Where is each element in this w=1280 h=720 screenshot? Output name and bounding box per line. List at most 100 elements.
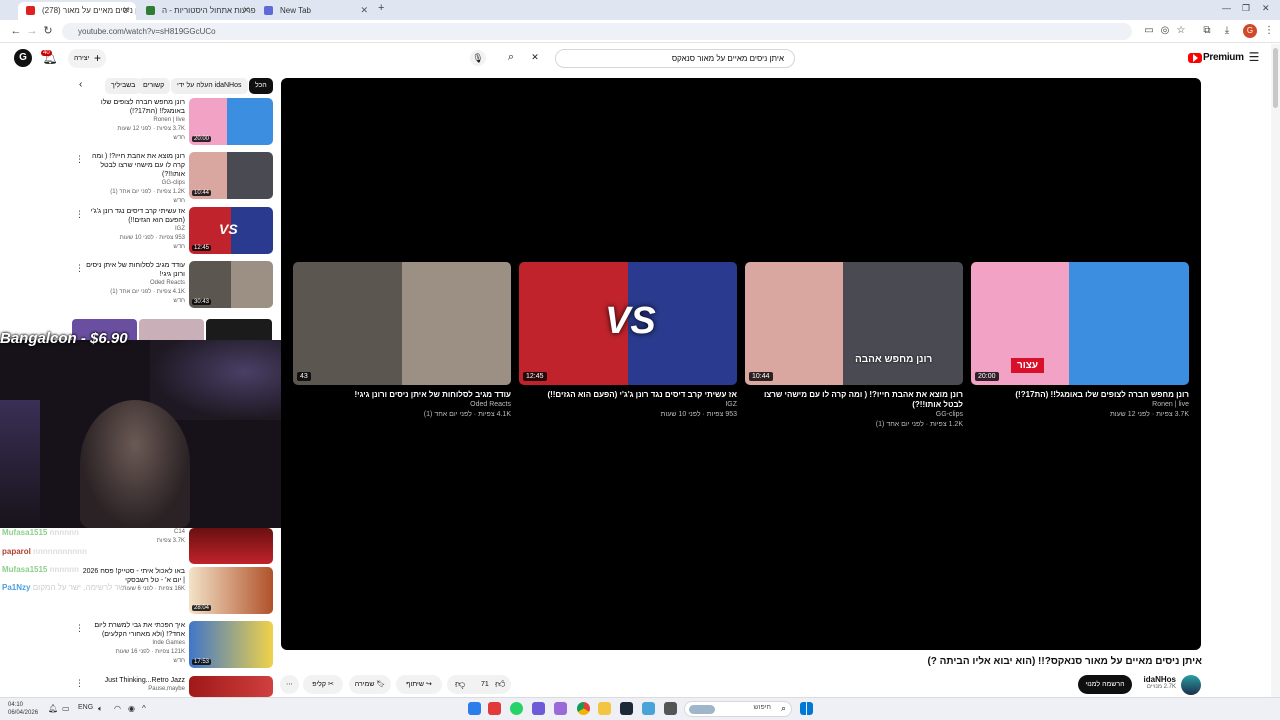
- close-tab-icon[interactable]: ✕: [360, 2, 368, 19]
- whatsapp-icon[interactable]: [510, 702, 523, 715]
- more-actions-icon[interactable]: ⋮: [75, 154, 84, 165]
- related-item[interactable]: 10:44 ⋮ רונן מוצא את אהבת חייו?! ( ומה ק…: [75, 152, 273, 204]
- shorts-thumbnail[interactable]: [139, 319, 204, 341]
- close-window-icon[interactable]: ✕: [1262, 3, 1270, 14]
- related-title[interactable]: Just Thinking...Retro Jazz: [79, 676, 185, 685]
- tab-new[interactable]: New Tab ✕: [256, 2, 374, 20]
- close-tab-icon[interactable]: ✕: [122, 2, 130, 19]
- notifications-tray-icon[interactable]: 🔔︎: [48, 704, 58, 713]
- chip-related[interactable]: קשורים: [137, 78, 171, 94]
- related-channel[interactable]: Ronen | live: [79, 116, 185, 125]
- download-icon[interactable]: ⤓: [1220, 24, 1234, 38]
- taskbar-app-icon[interactable]: [468, 702, 481, 715]
- cast-icon[interactable]: ▭: [1142, 24, 1156, 38]
- video-thumbnail[interactable]: [189, 528, 273, 564]
- chrome-icon[interactable]: [577, 702, 590, 715]
- taskbar-app-icon[interactable]: [642, 702, 655, 715]
- extensions-icon[interactable]: ⧉: [1200, 24, 1214, 38]
- video-thumbnail[interactable]: [189, 676, 273, 697]
- steam-icon[interactable]: [620, 702, 633, 715]
- related-title[interactable]: עודד מגיב לסלוחות של איתן ניסים ורונן גי…: [79, 261, 185, 279]
- create-button[interactable]: יצירה +: [68, 49, 106, 68]
- chip-for-you[interactable]: בשביליך: [105, 78, 142, 94]
- related-item[interactable]: C14 3.7K צפיות: [75, 528, 273, 564]
- related-item[interactable]: ⋮ Just Thinking...Retro Jazz Pause,maybe: [75, 676, 273, 697]
- volume-icon[interactable]: 🔈︎: [98, 704, 103, 714]
- forward-icon[interactable]: →: [24, 23, 40, 39]
- account-avatar[interactable]: G: [14, 49, 32, 67]
- video-thumbnail[interactable]: 10:44: [189, 152, 273, 199]
- dislike-icon[interactable]: 👎︎: [455, 675, 465, 694]
- share-button[interactable]: שיתוף ↪: [396, 675, 442, 694]
- video-player[interactable]: עצור 20:00 רונן מחפש חברה לצופים שלו באו…: [281, 78, 1201, 650]
- battery-icon[interactable]: ▭: [62, 704, 70, 713]
- endscreen-title[interactable]: רונן מחפש חברה לצופים שלו באומגל!! (הת17…: [971, 390, 1189, 400]
- taskbar-app-icon[interactable]: [532, 702, 545, 715]
- endscreen-card[interactable]: עצור 20:00 רונן מחפש חברה לצופים שלו באו…: [971, 262, 1189, 420]
- chip-uploader[interactable]: העלה על ידי idaNHos: [171, 78, 248, 94]
- more-actions-icon[interactable]: ⋮: [75, 263, 84, 274]
- youtube-logo-icon[interactable]: [1188, 53, 1202, 63]
- endscreen-title[interactable]: עודד מגיב לסלוחות של איתן ניסים ורונן גי…: [293, 390, 511, 400]
- subscribe-button[interactable]: הרשמה למנוי: [1078, 675, 1132, 694]
- endscreen-title[interactable]: אז עשיתי קרב דיסים נגד רונן ג'ג'י (הפעם …: [519, 390, 737, 400]
- endscreen-card[interactable]: רונן מחפש אהבה 10:44 רונן מוצא את אהבת ח…: [745, 262, 963, 430]
- video-thumbnail[interactable]: 17:53: [189, 621, 273, 668]
- tab-youtube[interactable]: איתן ניסים מאיים על מאור (278) ✕: [18, 2, 136, 20]
- related-channel[interactable]: IGZ: [79, 225, 185, 234]
- related-channel[interactable]: Pause,maybe: [79, 685, 185, 694]
- more-actions-button[interactable]: ⋯: [280, 675, 299, 694]
- taskbar-search-box[interactable]: חיפוש ⌕: [684, 701, 792, 717]
- related-channel[interactable]: GG-clips: [79, 179, 185, 188]
- video-thumbnail[interactable]: 12:45 VS: [189, 207, 273, 254]
- endscreen-thumbnail[interactable]: VS 12:45: [519, 262, 737, 385]
- related-item[interactable]: 12:45 VS ⋮ אז עשיתי קרב דיסים נגד רונן ג'…: [75, 207, 273, 255]
- wifi-icon[interactable]: ◠: [114, 704, 121, 713]
- related-title[interactable]: אז עשיתי קרב דיסים נגד רונן ג'ג'י (הפעם …: [79, 207, 185, 225]
- more-actions-icon[interactable]: ⋮: [75, 678, 84, 689]
- show-hidden-icons[interactable]: ^: [142, 704, 146, 713]
- related-channel[interactable]: Oded Reacts: [79, 279, 185, 288]
- scrollbar-thumb[interactable]: [1273, 48, 1278, 108]
- profile-avatar[interactable]: G: [1243, 24, 1257, 38]
- voice-search-icon[interactable]: 🎙︎: [470, 50, 486, 66]
- more-actions-icon[interactable]: ⋮: [75, 209, 84, 220]
- taskbar-app-icon[interactable]: [554, 702, 567, 715]
- endscreen-title[interactable]: רונן מוצא את אהבת חייו?! ( ומה קרה לו עם…: [745, 390, 963, 410]
- like-icon[interactable]: 👍︎: [495, 675, 505, 694]
- related-title[interactable]: רונן מחפש חברה לצופים שלו באומגל!! (הת17…: [79, 98, 185, 116]
- save-button[interactable]: שמירה 🔖︎: [349, 675, 391, 694]
- maximize-icon[interactable]: ❐: [1242, 3, 1250, 14]
- search-input[interactable]: איתן ניסים מאיים על מאור סנאקס: [555, 49, 795, 68]
- language-indicator[interactable]: ENG: [78, 704, 93, 711]
- related-channel[interactable]: Inde Games: [79, 639, 185, 648]
- related-title[interactable]: רונן מוצא את אהבת חייו?! ( ומה קרה לו עם…: [79, 152, 185, 179]
- channel-avatar[interactable]: [1181, 675, 1201, 695]
- back-icon[interactable]: ←: [8, 23, 24, 39]
- video-thumbnail[interactable]: 30:43: [189, 261, 273, 308]
- clip-button[interactable]: קליפ ✂: [303, 675, 343, 694]
- task-view-icon[interactable]: [664, 702, 677, 715]
- search-icon[interactable]: ⌕: [503, 51, 519, 64]
- endscreen-thumbnail[interactable]: 43: [293, 262, 511, 385]
- close-tab-icon[interactable]: ✕: [242, 2, 250, 19]
- hamburger-menu-icon[interactable]: ☰: [1246, 50, 1262, 64]
- related-channel[interactable]: C14: [79, 528, 185, 537]
- clear-search-icon[interactable]: ✕: [529, 52, 541, 63]
- tab-second[interactable]: הפרעות אתחול היסטוריות - ה... ✕: [138, 2, 256, 20]
- chevron-left-icon[interactable]: ‹: [79, 79, 82, 90]
- related-title[interactable]: איך הפכתי את גבי למשרת ליום אחד?! (ולא מ…: [79, 621, 185, 639]
- tray-app-icon[interactable]: ◉: [128, 704, 135, 713]
- endscreen-card[interactable]: 43 עודד מגיב לסלוחות של איתן ניסים ורונן…: [293, 262, 511, 420]
- related-item[interactable]: 30:43 ⋮ עודד מגיב לסלוחות של איתן ניסים …: [75, 261, 273, 309]
- url-field[interactable]: youtube.com/watch?v=sH819GGcUCo: [62, 23, 1132, 40]
- related-item[interactable]: 17:53 ⋮ איך הפכתי את גבי למשרת ליום אחד?…: [75, 621, 273, 669]
- endscreen-thumbnail[interactable]: רונן מחפש אהבה 10:44: [745, 262, 963, 385]
- page-scrollbar[interactable]: [1271, 44, 1280, 697]
- new-tab-icon[interactable]: +: [378, 2, 384, 14]
- shorts-thumbnail[interactable]: [206, 319, 272, 341]
- browser-menu-icon[interactable]: ⋮: [1262, 24, 1276, 38]
- reload-icon[interactable]: ↻: [40, 23, 56, 39]
- chip-all[interactable]: הכל: [249, 78, 273, 94]
- minimize-icon[interactable]: —: [1222, 3, 1231, 13]
